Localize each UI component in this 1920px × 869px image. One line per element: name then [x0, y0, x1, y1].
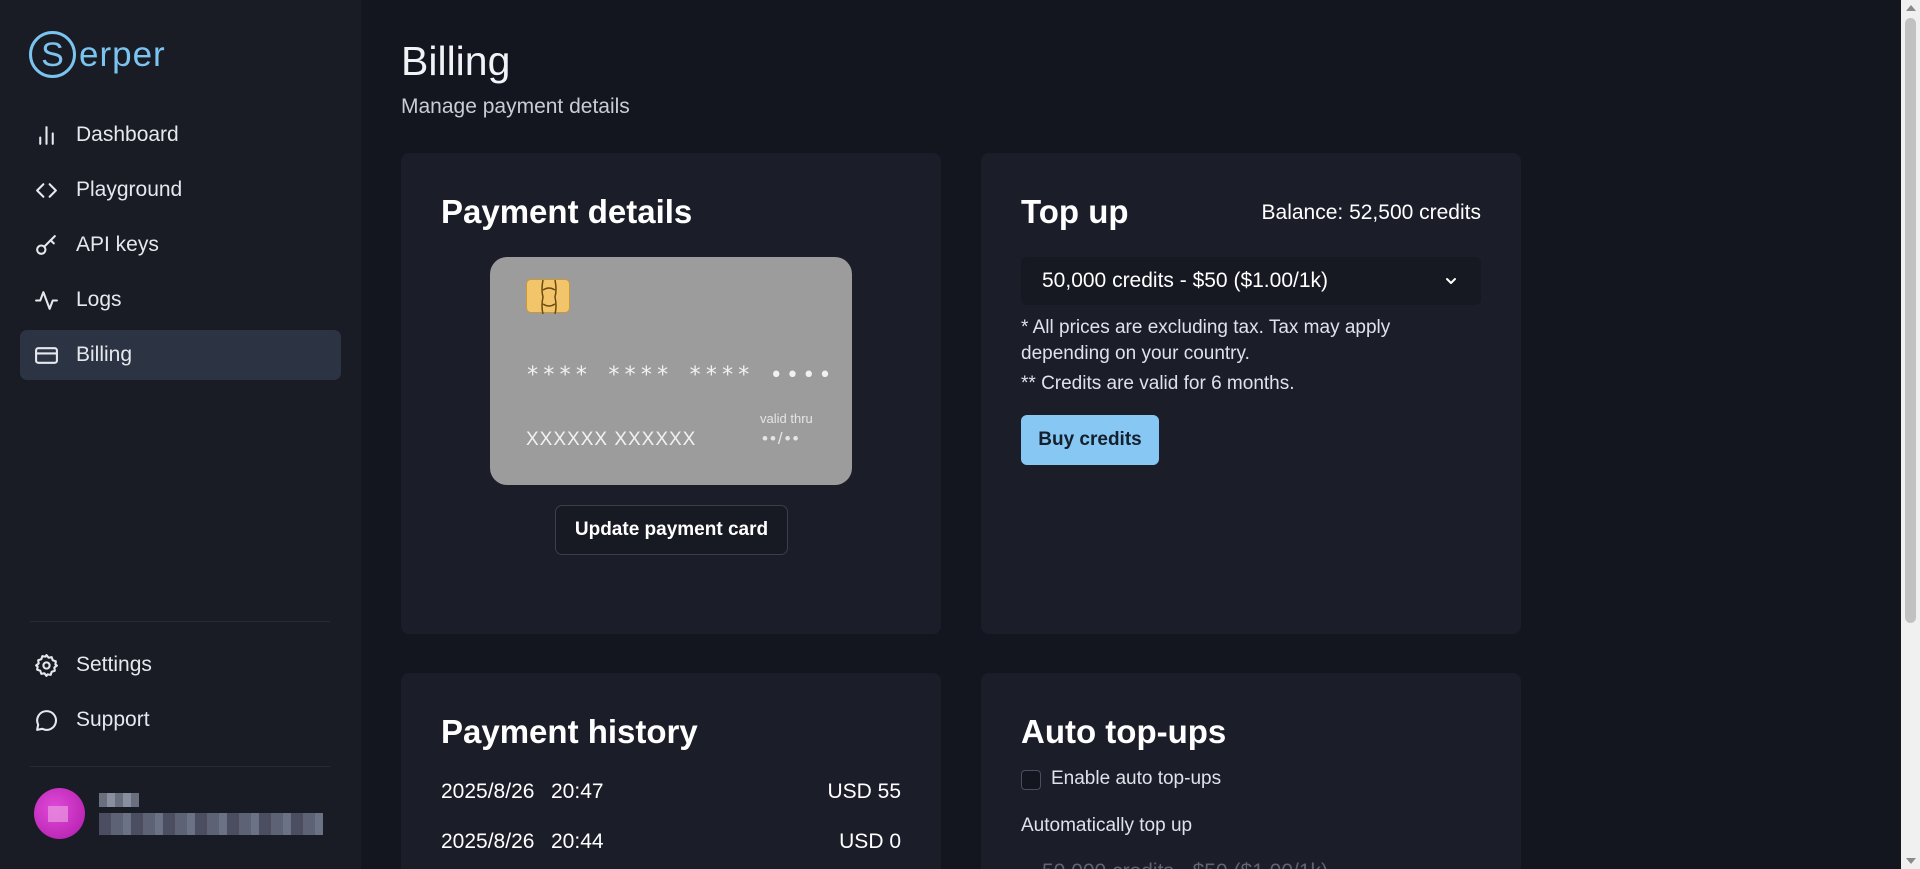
- code-icon: [36, 182, 57, 198]
- tax-note: * All prices are excluding tax. Tax may …: [1021, 317, 1391, 364]
- card-chip-icon: [526, 279, 570, 314]
- chat-bubble-icon: [36, 709, 58, 731]
- sidebar-item-billing[interactable]: Billing: [20, 330, 341, 380]
- activity-icon: [35, 290, 58, 310]
- payment-date: 2025/8/26: [441, 830, 535, 853]
- credit-card-preview: **** **** **** •••• XXXXXX XXXXXX valid …: [490, 257, 852, 485]
- sidebar-item-label: Settings: [76, 653, 152, 676]
- card-holder-name: XXXXXX XXXXXX: [526, 429, 697, 450]
- enable-auto-topups-label[interactable]: Enable auto top-ups: [1051, 768, 1221, 790]
- sidebar-item-support[interactable]: Support: [20, 695, 341, 745]
- user-info-redacted: [99, 792, 323, 835]
- bar-chart-icon: [39, 125, 54, 145]
- auto-topups-title: Auto top-ups: [1021, 713, 1227, 750]
- credits-select[interactable]: 50,000 credits - $50 ($1.00/1k): [1021, 257, 1481, 305]
- validity-note: ** Credits are valid for 6 months.: [1021, 373, 1295, 394]
- sidebar-item-api-keys[interactable]: API keys: [20, 220, 341, 270]
- payment-time: 20:47: [551, 780, 604, 803]
- sidebar-bottom-nav: Settings Support: [20, 640, 341, 750]
- scroll-up-arrow-icon[interactable]: [1906, 5, 1916, 11]
- payment-details-card: Payment details **** **** **** •••• XXXX…: [401, 153, 941, 634]
- sidebar-nav: Dashboard Playground API keys Logs Billi…: [20, 110, 341, 385]
- payment-history-title: Payment history: [441, 713, 698, 750]
- auto-topups-card: Auto top-ups Enable auto top-ups Automat…: [981, 673, 1521, 869]
- sidebar-item-label: Dashboard: [76, 123, 179, 146]
- chevron-down-icon: [1446, 278, 1456, 284]
- sidebar: S erper Dashboard Playground API keys Lo…: [0, 0, 361, 869]
- page-scrollbar[interactable]: [1901, 0, 1920, 869]
- top-up-title: Top up: [1021, 193, 1129, 230]
- sidebar-item-settings[interactable]: Settings: [20, 640, 341, 690]
- sidebar-item-label: Support: [76, 708, 150, 731]
- sidebar-item-label: Logs: [76, 288, 122, 311]
- payment-amount: USD 0: [839, 830, 901, 853]
- sidebar-item-playground[interactable]: Playground: [20, 165, 341, 215]
- auto-topup-select-value: 50,000 credits - $50 ($1.00/1k): [1042, 860, 1328, 869]
- card-expiry: ••/••: [762, 429, 801, 448]
- payment-date: 2025/8/26: [441, 780, 535, 803]
- key-icon: [36, 234, 56, 255]
- sidebar-item-label: Playground: [76, 178, 183, 201]
- sidebar-item-logs[interactable]: Logs: [20, 275, 341, 325]
- payment-history-card: Payment history 2025/8/26 20:47 USD 55 2…: [401, 673, 941, 869]
- auto-topup-select[interactable]: 50,000 credits - $50 ($1.00/1k): [1021, 848, 1481, 869]
- user-profile[interactable]: [34, 788, 323, 839]
- sidebar-divider: [30, 766, 330, 767]
- logo-text: erper: [79, 34, 166, 74]
- auto-topup-label: Automatically top up: [1021, 815, 1193, 836]
- update-payment-card-button[interactable]: Update payment card: [555, 505, 788, 555]
- page-subtitle: Manage payment details: [401, 95, 630, 118]
- avatar: [34, 788, 85, 839]
- payment-amount: USD 55: [827, 780, 901, 803]
- top-up-card: Top up Balance: 52,500 credits 50,000 cr…: [981, 153, 1521, 634]
- balance-text: Balance: 52,500 credits: [1261, 201, 1481, 224]
- sidebar-item-dashboard[interactable]: Dashboard: [20, 110, 341, 160]
- card-valid-label: valid thru: [760, 411, 813, 426]
- scroll-down-arrow-icon[interactable]: [1906, 858, 1916, 864]
- scrollbar-thumb[interactable]: [1905, 18, 1916, 623]
- gear-icon: [35, 653, 58, 677]
- enable-auto-topups-checkbox[interactable]: [1021, 770, 1041, 790]
- credits-select-value: 50,000 credits - $50 ($1.00/1k): [1042, 269, 1329, 292]
- payment-details-title: Payment details: [441, 193, 693, 230]
- sidebar-item-label: Billing: [76, 343, 133, 366]
- sidebar-item-label: API keys: [76, 233, 159, 256]
- sidebar-divider: [30, 621, 330, 622]
- logo-mark: S: [29, 31, 76, 78]
- card-number: **** **** **** ••••: [526, 363, 835, 388]
- payment-time: 20:44: [551, 830, 604, 853]
- credit-card-icon: [35, 346, 58, 364]
- serper-logo[interactable]: S erper: [29, 31, 166, 78]
- page-title: Billing: [401, 38, 511, 84]
- buy-credits-button[interactable]: Buy credits: [1021, 415, 1159, 465]
